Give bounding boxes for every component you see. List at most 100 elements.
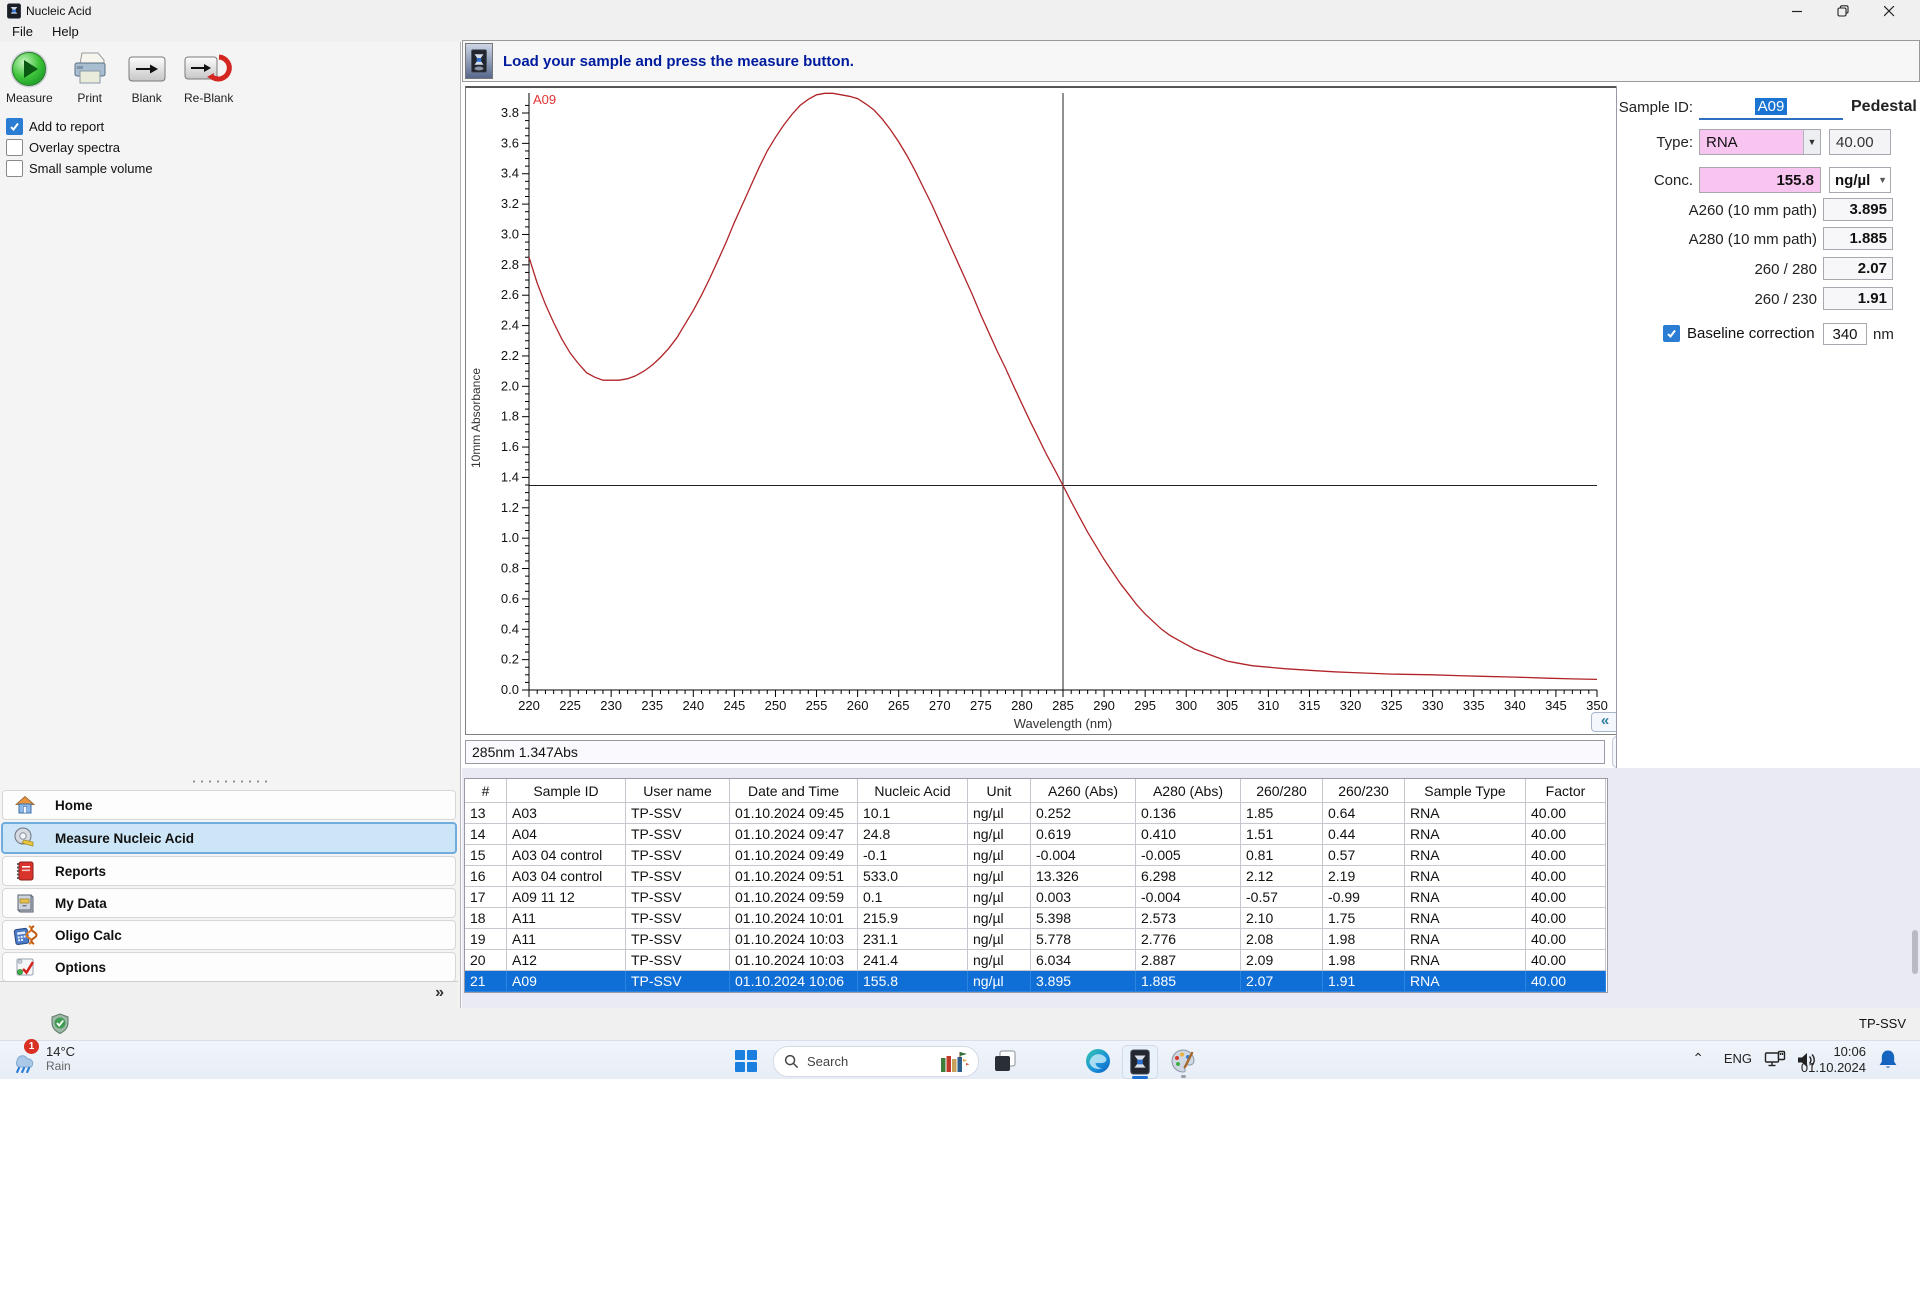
- table-cell: 01.10.2024 10:06: [730, 971, 858, 992]
- notification-bell-icon[interactable]: [1878, 1049, 1898, 1071]
- spectrum-chart[interactable]: 220 225 230 235 240 245 250 255 260 265 270 275 280 2…: [465, 86, 1622, 735]
- table-cell: 5.398: [1031, 908, 1136, 929]
- paint-app-button[interactable]: [1166, 1045, 1200, 1078]
- sidebar-item-home[interactable]: Home: [2, 790, 456, 820]
- table-row[interactable]: 18 A11 TP-SSV 01.10.2024 10:01 215.9 ng/µl 5.3…: [465, 908, 1607, 929]
- instruction-text: Load your sample and press the measure b…: [503, 52, 854, 70]
- table-header-cell[interactable]: #: [465, 779, 507, 803]
- task-view-button[interactable]: [988, 1045, 1022, 1077]
- table-row[interactable]: 17 A09 11 12 TP-SSV 01.10.2024 09:59 0.1 ng/µ…: [465, 887, 1607, 908]
- clock[interactable]: 10:06 01.10.2024: [1801, 1044, 1866, 1076]
- notification-count-badge: 1: [24, 1039, 39, 1054]
- sidebar-item-measure-nucleic-acid[interactable]: Measure Nucleic Acid: [1, 822, 457, 854]
- type-dropdown[interactable]: RNA ▼: [1699, 129, 1821, 155]
- svg-text:3.0: 3.0: [501, 226, 519, 241]
- language-indicator[interactable]: ENG: [1724, 1051, 1752, 1066]
- sidebar-item-reports[interactable]: Reports: [2, 856, 456, 886]
- table-cell: 15: [465, 845, 507, 866]
- add-to-report-checkbox[interactable]: Add to report: [6, 116, 153, 137]
- panel-splitter-grip[interactable]: [190, 779, 270, 784]
- restore-button[interactable]: [1820, 0, 1866, 22]
- menu-help[interactable]: Help: [52, 24, 79, 39]
- start-button[interactable]: [729, 1045, 763, 1077]
- svg-text:295: 295: [1134, 698, 1156, 713]
- table-header-cell[interactable]: Unit: [968, 779, 1031, 803]
- baseline-correction-checkbox[interactable]: Baseline correction: [1663, 325, 1815, 342]
- table-row[interactable]: 20 A12 TP-SSV 01.10.2024 10:03 241.4 ng/µl 6.0…: [465, 950, 1607, 971]
- nucleic-acid-app-button[interactable]: [1122, 1045, 1158, 1079]
- weather-widget[interactable]: 1 14°C Rain: [10, 1039, 75, 1073]
- sidebar-expand-bar[interactable]: »: [0, 981, 458, 1008]
- table-row[interactable]: 16 A03 04 control TP-SSV 01.10.2024 09:51 53…: [465, 866, 1607, 887]
- table-row[interactable]: 15 A03 04 control TP-SSV 01.10.2024 09:49 -0…: [465, 845, 1607, 866]
- table-cell: 0.003: [1031, 887, 1136, 908]
- table-header-cell[interactable]: A260 (Abs): [1031, 779, 1136, 803]
- pedestal-mode-label: Pedestal: [1851, 98, 1917, 115]
- table-cell: 17: [465, 887, 507, 908]
- conc-unit-value: ng/µl: [1835, 171, 1871, 189]
- table-cell: -0.57: [1241, 887, 1323, 908]
- reblank-button[interactable]: Re-Blank: [179, 45, 239, 107]
- sidebar-item-my-data[interactable]: My Data: [2, 888, 456, 918]
- tray-chevron-up-icon[interactable]: ⌃: [1692, 1050, 1704, 1067]
- table-scrollbar-thumb[interactable]: [1912, 930, 1918, 974]
- table-header-cell[interactable]: Sample Type: [1405, 779, 1526, 803]
- table-cell: 1.885: [1136, 971, 1241, 992]
- conc-unit-dropdown[interactable]: ng/µl ▼: [1829, 167, 1891, 193]
- table-cell: 0.1: [858, 887, 968, 908]
- report-book-icon: [11, 858, 39, 884]
- table-cell: 1.85: [1241, 803, 1323, 824]
- table-row[interactable]: 21 A09 TP-SSV 01.10.2024 10:06 155.8 ng/µl 3.8…: [465, 971, 1607, 992]
- sidebar-item-options[interactable]: Options: [2, 952, 456, 982]
- sidebar-item-label: Home: [55, 797, 93, 813]
- table-cell: TP-SSV: [626, 887, 730, 908]
- sidebar-item-oligo-calc[interactable]: Oligo Calc: [2, 920, 456, 950]
- search-icon: [784, 1054, 799, 1069]
- reblank-button-label: Re-Blank: [184, 91, 234, 105]
- print-button[interactable]: Print: [65, 45, 115, 107]
- baseline-wavelength-input[interactable]: 340: [1823, 323, 1867, 345]
- table-cell: 40.00: [1526, 950, 1606, 971]
- small-sample-volume-checkbox[interactable]: Small sample volume: [6, 158, 153, 179]
- ratio-260-280-field: 2.07: [1823, 257, 1893, 280]
- network-icon[interactable]: [1764, 1050, 1786, 1070]
- table-row[interactable]: 13 A03 TP-SSV 01.10.2024 09:45 10.1 ng/µl 0.25…: [465, 803, 1607, 824]
- table-cell: TP-SSV: [626, 971, 730, 992]
- table-header-cell[interactable]: Date and Time: [730, 779, 858, 803]
- table-header-cell[interactable]: Nucleic Acid: [858, 779, 968, 803]
- table-header-row: # Sample ID User name Date and Time Nucleic …: [465, 779, 1607, 803]
- table-cell: 0.64: [1323, 803, 1405, 824]
- sample-id-input[interactable]: A09: [1699, 94, 1843, 120]
- conc-field[interactable]: 155.8: [1699, 167, 1821, 193]
- table-header-cell[interactable]: User name: [626, 779, 730, 803]
- table-header-cell[interactable]: 260/230: [1323, 779, 1405, 803]
- table-row[interactable]: 19 A11 TP-SSV 01.10.2024 10:03 231.1 ng/µl 5.7…: [465, 929, 1607, 950]
- close-button[interactable]: [1866, 0, 1912, 22]
- table-header-cell[interactable]: 260/280: [1241, 779, 1323, 803]
- table-cell: 1.51: [1241, 824, 1323, 845]
- menu-file[interactable]: File: [12, 24, 33, 39]
- blank-button[interactable]: Blank: [123, 45, 171, 107]
- minimize-button[interactable]: [1774, 0, 1820, 22]
- table-row[interactable]: 14 A04 TP-SSV 01.10.2024 09:47 24.8 ng/µl 0.61…: [465, 824, 1607, 845]
- taskbar-search[interactable]: Search: [773, 1046, 979, 1077]
- svg-text:280: 280: [1011, 698, 1033, 713]
- table-header-cell[interactable]: Factor: [1526, 779, 1606, 803]
- table-cell: 231.1: [858, 929, 968, 950]
- table-cell: 40.00: [1526, 845, 1606, 866]
- table-cell: -0.004: [1031, 845, 1136, 866]
- running-app-indicator: [1181, 1075, 1186, 1078]
- table-cell: 215.9: [858, 908, 968, 929]
- table-header-cell[interactable]: Sample ID: [507, 779, 626, 803]
- svg-text:245: 245: [724, 698, 746, 713]
- small-sample-volume-label: Small sample volume: [29, 161, 153, 176]
- collapse-panel-button[interactable]: «: [1591, 712, 1619, 732]
- instruction-bar: Load your sample and press the measure b…: [462, 40, 1920, 82]
- svg-text:0.4: 0.4: [501, 621, 519, 636]
- overlay-spectra-checkbox[interactable]: Overlay spectra: [6, 137, 153, 158]
- edge-browser-button[interactable]: [1081, 1045, 1115, 1077]
- svg-text:290: 290: [1093, 698, 1115, 713]
- measure-button[interactable]: Measure: [2, 45, 57, 107]
- table-header-cell[interactable]: A280 (Abs): [1136, 779, 1241, 803]
- baseline-correction-label: Baseline correction: [1687, 325, 1815, 342]
